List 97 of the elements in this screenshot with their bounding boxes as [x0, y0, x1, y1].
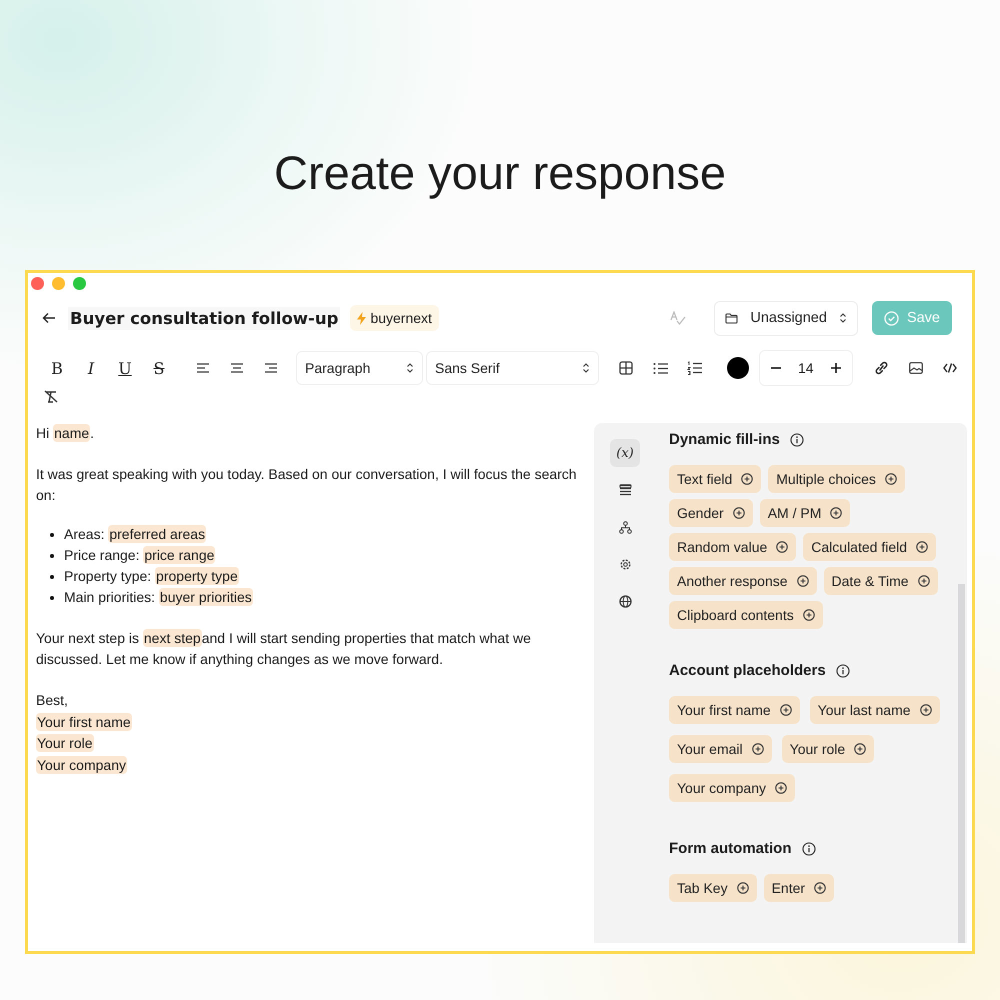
font-size-value[interactable]: 14 — [798, 360, 814, 376]
fill-in-chip[interactable]: Enter — [764, 874, 834, 902]
variables-tab[interactable]: (x) — [610, 439, 640, 467]
add-icon — [830, 507, 842, 519]
body-paragraph: Your next step is next stepand I will start sending properties that match what we discussed. Let me know if anything changes as we move forward. — [36, 628, 532, 669]
globe-icon[interactable] — [618, 594, 632, 608]
bold-button[interactable]: B — [40, 353, 74, 383]
block-style-select[interactable]: Paragraph — [296, 351, 423, 385]
list-item-text: Areas: preferred areas — [64, 524, 206, 545]
add-icon — [741, 473, 754, 485]
underline-button[interactable]: U — [108, 353, 142, 383]
body-paragraph: It was great speaking with you today. Based on our conversation, I will focus the search on: — [36, 465, 578, 505]
fill-in-token[interactable]: Your company — [36, 756, 127, 774]
list-item-text: Price range: price range — [64, 545, 216, 566]
add-icon — [780, 704, 792, 716]
section-title: Account placeholders — [669, 662, 826, 679]
code-icon[interactable] — [942, 363, 957, 373]
shortcut-tag[interactable]: buyernext — [350, 305, 439, 331]
signature-line: Best, — [36, 692, 68, 708]
bullet-icon — [50, 596, 54, 600]
image-icon[interactable] — [908, 362, 923, 374]
fill-in-token[interactable]: next step — [142, 629, 202, 647]
fill-in-token[interactable]: preferred areas — [108, 525, 206, 543]
fill-in-chip[interactable]: Multiple choices — [768, 465, 905, 493]
fill-in-chip[interactable]: Clipboard contents — [669, 601, 823, 629]
fill-in-chip[interactable]: Tab Key — [669, 874, 757, 902]
add-icon — [732, 507, 745, 519]
chevron-updown-icon — [838, 312, 847, 324]
info-icon[interactable] — [790, 432, 804, 446]
fill-in-chip[interactable]: Calculated field — [803, 533, 936, 561]
spellcheck-icon[interactable] — [670, 311, 686, 325]
add-icon — [884, 473, 897, 485]
close-window-icon[interactable] — [31, 277, 44, 290]
font-select[interactable]: Sans Serif — [426, 351, 599, 385]
align-right-icon[interactable] — [264, 362, 278, 374]
info-icon[interactable] — [836, 664, 850, 678]
add-icon — [854, 743, 866, 755]
fill-in-token[interactable]: price range — [143, 546, 216, 564]
align-left-icon[interactable] — [196, 362, 210, 374]
add-icon — [736, 882, 749, 894]
fill-in-token[interactable]: name — [53, 424, 90, 442]
fill-in-chip[interactable]: Your company — [669, 774, 795, 802]
strike-button[interactable]: S — [142, 353, 176, 383]
add-icon — [814, 882, 826, 894]
add-icon — [752, 743, 764, 755]
check-circle-icon — [884, 310, 899, 326]
add-icon — [774, 782, 787, 794]
fill-in-chip[interactable]: Your role — [782, 735, 874, 763]
add-icon — [920, 704, 932, 716]
chevron-updown-icon — [406, 362, 414, 374]
bullet-icon — [50, 554, 54, 558]
add-icon — [918, 575, 930, 587]
fill-in-chip[interactable]: Date & Time — [824, 567, 938, 595]
folder-icon — [725, 312, 738, 324]
add-icon — [916, 541, 928, 553]
fill-in-chip[interactable]: Your last name — [810, 696, 940, 724]
add-icon — [802, 609, 815, 621]
bullet-list-icon[interactable] — [652, 362, 668, 374]
fill-in-token[interactable]: Your role — [36, 734, 94, 752]
section-title: Form automation — [669, 840, 792, 857]
info-icon[interactable] — [802, 842, 816, 856]
section-title: Dynamic fill-ins — [669, 431, 780, 448]
fill-in-token[interactable]: buyer priorities — [158, 588, 253, 606]
folder-select[interactable]: Unassigned — [714, 300, 858, 336]
list-icon[interactable] — [618, 484, 632, 496]
bullet-icon — [50, 574, 54, 578]
add-icon — [776, 541, 788, 553]
fill-in-token[interactable]: Your first name — [36, 712, 132, 730]
lightning-icon — [357, 312, 366, 324]
list-item-text: Main priorities: buyer priorities — [64, 587, 253, 608]
plus-icon[interactable] — [830, 362, 842, 374]
settings-icon[interactable] — [618, 558, 632, 570]
body-paragraph: Hi name. — [36, 423, 96, 444]
fill-in-chip[interactable]: Random value — [669, 533, 796, 561]
scrollbar[interactable] — [958, 584, 965, 943]
align-center-icon[interactable] — [230, 362, 244, 374]
hierarchy-icon[interactable] — [618, 520, 632, 534]
italic-button[interactable]: I — [74, 353, 108, 383]
link-icon[interactable] — [874, 361, 890, 375]
fill-in-token[interactable]: property type — [155, 567, 239, 585]
fill-in-chip[interactable]: Your email — [669, 735, 772, 763]
chevron-updown-icon — [582, 362, 590, 374]
add-icon — [796, 575, 809, 587]
fill-in-chip[interactable]: Gender — [669, 499, 753, 527]
fill-in-chip[interactable]: Text field — [669, 465, 762, 493]
table-icon[interactable] — [619, 361, 633, 375]
text-color-swatch[interactable] — [727, 357, 749, 379]
clear-format-icon[interactable] — [44, 390, 58, 403]
page-heading: Create your response — [274, 145, 726, 200]
list-item-text: Property type: property type — [64, 566, 239, 587]
numbered-list-icon[interactable] — [686, 361, 702, 375]
response-title[interactable]: Buyer consultation follow-up — [68, 306, 340, 330]
bullet-icon — [50, 532, 54, 536]
fill-in-chip[interactable]: AM / PM — [760, 499, 850, 527]
fill-in-chip[interactable]: Another response — [669, 567, 817, 595]
fill-in-chip[interactable]: Your first name — [669, 696, 800, 724]
back-arrow-icon[interactable] — [42, 312, 56, 324]
